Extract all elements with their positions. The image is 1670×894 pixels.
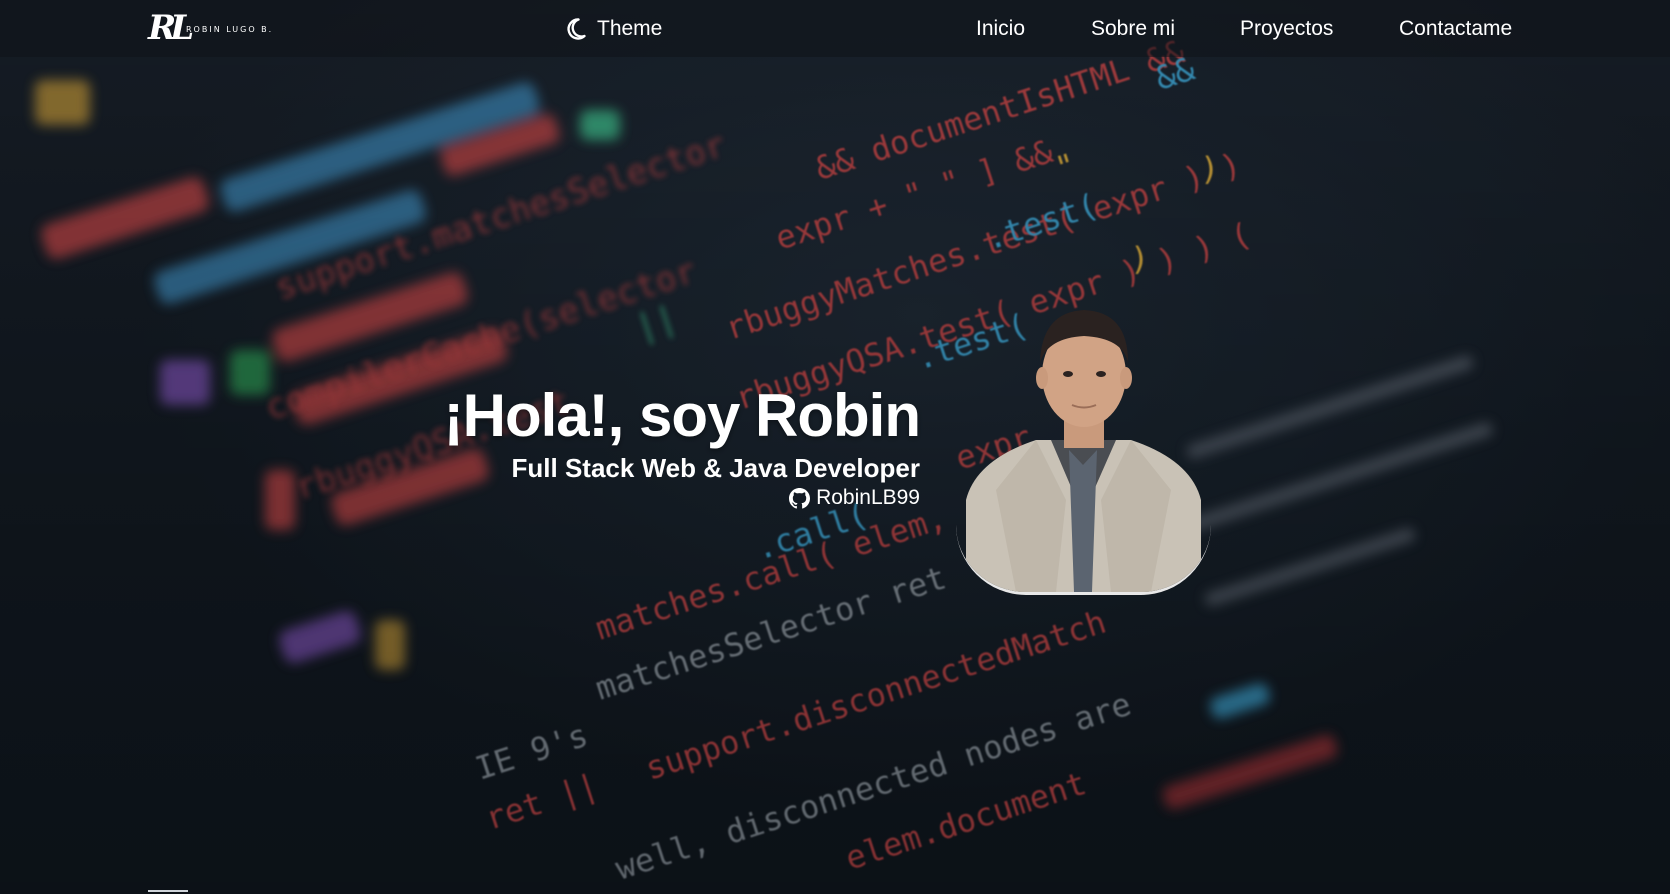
github-icon <box>789 487 811 509</box>
main-nav: Inicio Sobre mi Proyectos Contactame <box>0 14 1670 44</box>
nav-link-proyectos[interactable]: Proyectos <box>1240 14 1333 44</box>
hero-subtitle: Full Stack Web & Java Developer <box>511 453 920 483</box>
nav-link-sobre-mi[interactable]: Sobre mi <box>1091 14 1175 44</box>
top-navbar: RL ROBIN LUGO B. Theme Inicio Sobre mi P… <box>0 0 1670 57</box>
scroll-indicator <box>148 890 188 892</box>
github-username: RobinLB99 <box>816 486 920 509</box>
github-profile-link[interactable]: RobinLB99 <box>789 484 920 512</box>
hero-title: ¡Hola!, soy Robin <box>443 382 921 449</box>
nav-link-contactame[interactable]: Contactame <box>1399 14 1512 44</box>
profile-photo <box>956 300 1211 595</box>
nav-link-inicio[interactable]: Inicio <box>976 14 1025 44</box>
